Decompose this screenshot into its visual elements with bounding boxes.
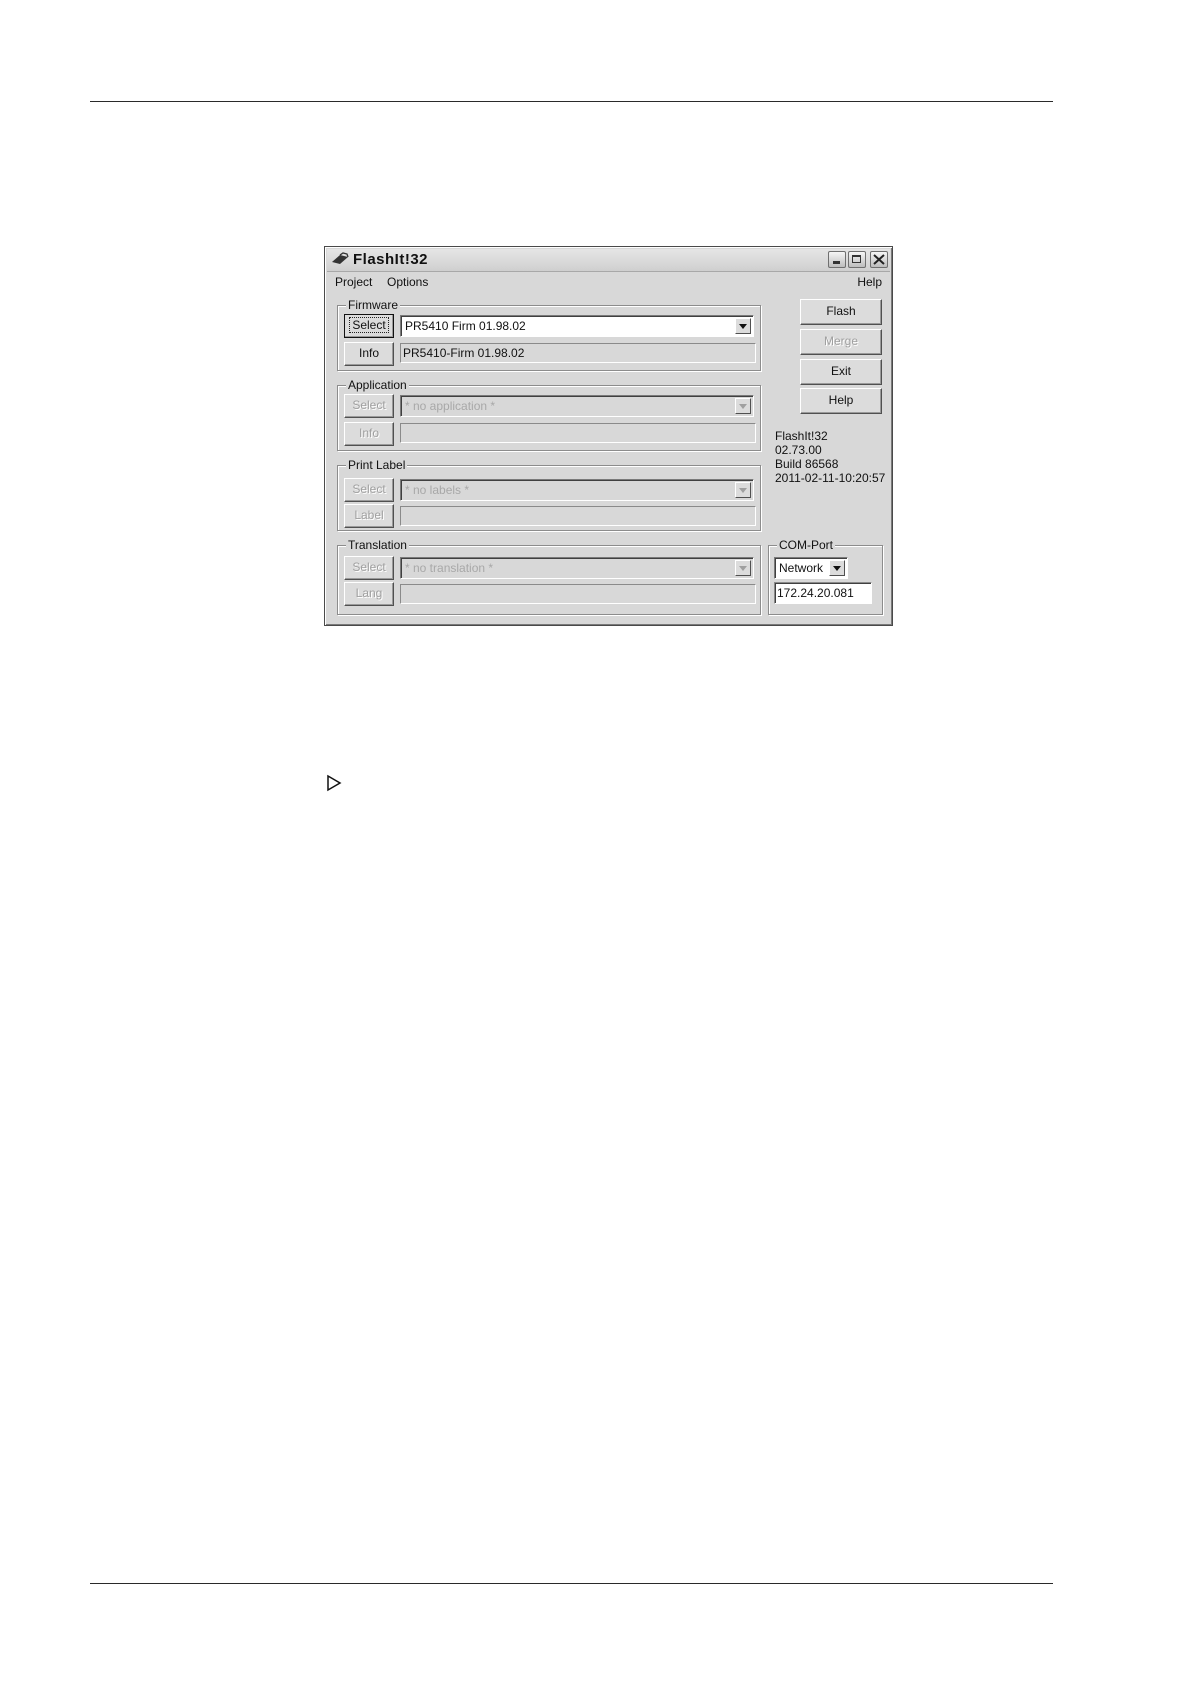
firmware-info-value: PR5410-Firm 01.98.02 [403,346,525,360]
application-combo-value: * no application * [405,399,496,413]
triangle-right-icon [327,774,342,792]
footer-rule [90,1583,1053,1584]
maximize-icon[interactable] [848,251,866,268]
translation-lang-label: Lang [355,586,383,600]
help-button[interactable]: Help [800,388,882,414]
translation-lang-button[interactable]: Lang [344,582,394,606]
flash-button[interactable]: Flash [800,299,882,325]
translation-combo[interactable]: * no translation * [400,557,754,579]
firmware-select-button[interactable]: Select [344,314,394,338]
com-port-group: COM-Port Network 172.24.20.081 [768,538,883,615]
firmware-info-field: PR5410-Firm 01.98.02 [400,343,756,363]
menu-options[interactable]: Options [387,275,428,289]
translation-select-label: Select [352,560,386,574]
com-port-combo[interactable]: Network [774,557,848,579]
com-port-combo-value: Network [779,561,824,575]
exit-button-label: Exit [830,364,851,378]
merge-button-label: Merge [823,334,858,348]
application-info-label: Info [358,426,379,440]
translation-group: Translation Select * no translation * La… [337,538,761,615]
chevron-down-icon[interactable] [735,560,751,576]
app-timestamp: 2011-02-11-10:20:57 [775,471,886,485]
firmware-select-label: Select [349,317,389,333]
app-version: 02.73.00 [775,443,822,457]
translation-group-label: Translation [346,538,409,552]
com-port-group-label: COM-Port [777,538,835,552]
translation-select-button[interactable]: Select [344,556,394,580]
flash-chip-icon [332,252,349,264]
merge-button[interactable]: Merge [800,329,882,355]
chevron-down-icon[interactable] [829,560,845,576]
print-label-group-label: Print Label [346,458,408,472]
print-label-label-button[interactable]: Label [344,504,394,528]
firmware-group-label: Firmware [346,298,400,312]
print-label-combo[interactable]: * no labels * [400,479,754,501]
chevron-down-icon[interactable] [735,318,751,334]
print-label-group: Print Label Select * no labels * Label [337,458,761,531]
com-port-address-input[interactable]: 172.24.20.081 [774,582,872,604]
chevron-down-icon[interactable] [735,398,751,414]
version-info: FlashIt!32 02.73.00 Build 86568 2011-02-… [775,429,885,485]
application-group-label: Application [346,378,409,392]
print-label-info-field [400,506,756,526]
header-rule [90,101,1053,102]
print-label-combo-value: * no labels * [405,483,470,497]
print-label-select-label: Select [352,482,386,496]
firmware-group: Firmware Select PR5410 Firm 01.98.02 Inf… [337,298,761,371]
firmware-combo[interactable]: PR5410 Firm 01.98.02 [400,315,754,337]
print-label-select-button[interactable]: Select [344,478,394,502]
translation-info-field [400,584,756,604]
print-label-label-label: Label [354,508,384,522]
title-bar[interactable]: FlashIt!32 [327,249,890,272]
flashit-window: FlashIt!32 Project Options Help Firmware… [324,246,893,626]
app-name: FlashIt!32 [775,429,828,443]
translation-combo-value: * no translation * [405,561,494,575]
application-select-button[interactable]: Select [344,394,394,418]
firmware-info-button[interactable]: Info [344,342,394,366]
application-combo[interactable]: * no application * [400,395,754,417]
com-port-address-value: 172.24.20.081 [777,586,854,600]
flash-button-label: Flash [826,304,856,318]
chevron-down-icon[interactable] [735,482,751,498]
menu-help[interactable]: Help [857,275,882,289]
firmware-combo-value: PR5410 Firm 01.98.02 [405,319,526,333]
application-info-field [400,423,756,443]
menu-project[interactable]: Project [335,275,372,289]
application-group: Application Select * no application * In… [337,378,761,451]
window-title: FlashIt!32 [353,251,429,268]
firmware-info-label: Info [358,346,379,360]
close-icon[interactable] [870,251,888,268]
application-info-button[interactable]: Info [344,422,394,446]
menu-bar: Project Options Help [327,272,890,292]
application-select-label: Select [352,398,386,412]
help-button-label: Help [828,393,854,407]
minimize-icon[interactable] [828,251,846,268]
app-build: Build 86568 [775,457,839,471]
exit-button[interactable]: Exit [800,359,882,385]
